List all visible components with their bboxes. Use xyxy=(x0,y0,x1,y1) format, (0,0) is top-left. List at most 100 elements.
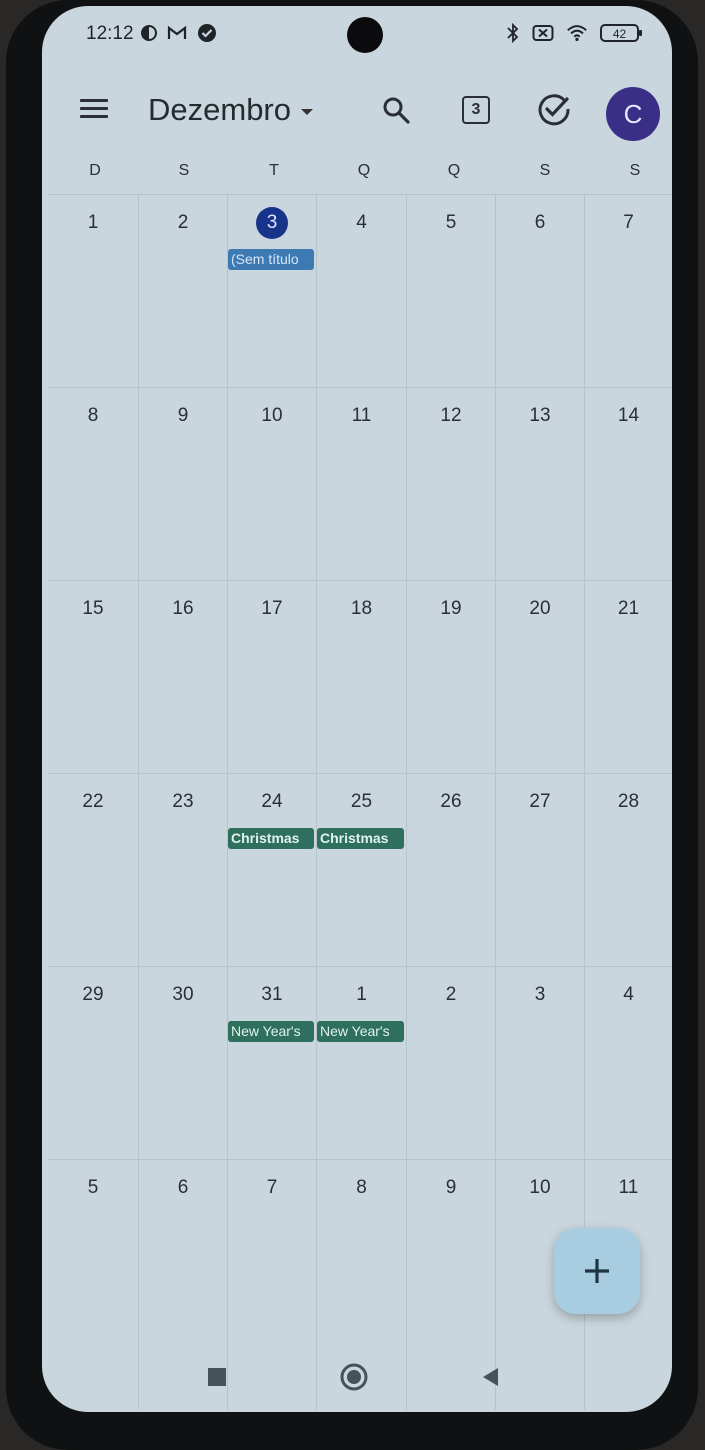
event-chip[interactable]: (Sem título xyxy=(228,249,314,270)
week-row: 29 30 31 New Year's 1 New Year's 2 3 4 xyxy=(48,966,672,1159)
create-event-button[interactable] xyxy=(554,1228,640,1314)
day-number: 11 xyxy=(351,405,372,426)
recents-square-icon xyxy=(208,1368,226,1386)
day-number: 3 xyxy=(534,984,546,1005)
event-chip[interactable]: Christmas xyxy=(317,828,404,849)
day-cell[interactable]: 11 xyxy=(316,388,406,580)
day-cell[interactable]: 9 xyxy=(138,388,227,580)
weekday-label: Q xyxy=(447,162,461,179)
day-cell[interactable]: 6 xyxy=(495,195,584,387)
day-cell[interactable]: 14 xyxy=(584,388,672,580)
day-cell[interactable]: 3 xyxy=(495,967,584,1159)
month-selector[interactable]: Dezembro xyxy=(148,92,313,128)
day-cell[interactable]: 12 xyxy=(406,388,495,580)
today-button[interactable]: 3 xyxy=(454,88,498,132)
day-cell[interactable]: 10 xyxy=(227,388,316,580)
day-number: 14 xyxy=(617,405,640,426)
weekday-label: S xyxy=(178,162,190,179)
day-number: 28 xyxy=(617,791,640,812)
day-cell[interactable]: 31 New Year's xyxy=(227,967,316,1159)
recents-button[interactable] xyxy=(202,1362,232,1392)
day-cell[interactable]: 23 xyxy=(138,774,227,966)
day-number: 5 xyxy=(445,212,457,233)
wifi-icon xyxy=(566,22,588,44)
day-number: 25 xyxy=(350,791,373,812)
day-number: 31 xyxy=(261,984,283,1005)
day-cell[interactable]: 21 xyxy=(584,581,672,773)
day-number: 11 xyxy=(618,1177,639,1198)
day-cell[interactable]: 2 xyxy=(406,967,495,1159)
data-saver-icon xyxy=(138,22,160,44)
search-icon[interactable] xyxy=(374,88,418,132)
day-cell-today[interactable]: 3 (Sem título xyxy=(227,195,316,387)
system-nav-bar xyxy=(42,1346,672,1406)
day-cell[interactable]: 19 xyxy=(406,581,495,773)
day-number: 2 xyxy=(445,984,457,1005)
event-chip[interactable]: New Year's xyxy=(228,1021,314,1042)
menu-icon[interactable] xyxy=(78,96,110,122)
day-cell[interactable]: 17 xyxy=(227,581,316,773)
week-row: 15 16 17 18 19 20 21 xyxy=(48,580,672,773)
no-sim-icon xyxy=(532,22,554,44)
day-cell[interactable]: 2 xyxy=(138,195,227,387)
day-cell[interactable]: 20 xyxy=(495,581,584,773)
today-icon: 3 xyxy=(462,96,490,124)
weekday-label: D xyxy=(89,162,101,179)
day-number: 6 xyxy=(534,212,546,233)
day-cell[interactable]: 25 Christmas xyxy=(316,774,406,966)
day-number: 27 xyxy=(529,791,551,812)
weekday-label: S xyxy=(539,162,551,179)
day-cell[interactable]: 4 xyxy=(316,195,406,387)
day-number: 9 xyxy=(177,405,189,426)
day-number: 9 xyxy=(445,1177,457,1198)
day-cell[interactable]: 8 xyxy=(48,388,138,580)
day-cell[interactable]: 29 xyxy=(48,967,138,1159)
day-number: 18 xyxy=(350,598,373,619)
event-chip[interactable]: New Year's xyxy=(317,1021,404,1042)
day-number: 13 xyxy=(529,405,551,426)
day-number: 2 xyxy=(177,212,189,233)
avatar-letter: C xyxy=(623,98,643,129)
day-number: 7 xyxy=(623,212,634,233)
weekday-label: Q xyxy=(357,162,371,179)
day-cell[interactable]: 24 Christmas xyxy=(227,774,316,966)
day-cell[interactable]: 4 xyxy=(584,967,672,1159)
day-cell[interactable]: 1 New Year's xyxy=(316,967,406,1159)
day-cell[interactable]: 7 xyxy=(584,195,672,387)
day-number: 23 xyxy=(172,791,194,812)
battery-level: 42 xyxy=(613,27,627,41)
week-row: 8 9 10 11 12 13 14 xyxy=(48,387,672,580)
day-cell[interactable]: 30 xyxy=(138,967,227,1159)
home-button[interactable] xyxy=(339,1362,369,1392)
gmail-icon xyxy=(166,22,188,44)
day-number: 1 xyxy=(356,984,367,1005)
bluetooth-icon xyxy=(502,22,524,44)
day-number: 16 xyxy=(172,598,194,619)
day-number: 1 xyxy=(87,212,99,233)
day-number: 8 xyxy=(87,405,99,426)
day-number: 12 xyxy=(440,405,462,426)
day-number: 26 xyxy=(440,791,462,812)
day-cell[interactable]: 15 xyxy=(48,581,138,773)
back-triangle-icon xyxy=(483,1368,498,1386)
day-cell[interactable]: 28 xyxy=(584,774,672,966)
account-avatar[interactable]: C xyxy=(606,87,660,141)
back-button[interactable] xyxy=(476,1362,506,1392)
caret-down-icon xyxy=(301,108,313,115)
today-number: 3 xyxy=(471,101,481,118)
tasks-check-icon[interactable] xyxy=(532,88,576,132)
day-cell[interactable]: 1 xyxy=(48,195,138,387)
day-cell[interactable]: 22 xyxy=(48,774,138,966)
day-number: 4 xyxy=(356,212,367,233)
day-cell[interactable]: 27 xyxy=(495,774,584,966)
day-cell[interactable]: 13 xyxy=(495,388,584,580)
day-number: 20 xyxy=(529,598,551,619)
day-cell[interactable]: 26 xyxy=(406,774,495,966)
event-chip[interactable]: Christmas xyxy=(228,828,314,849)
day-number: 21 xyxy=(617,598,640,619)
day-number: 10 xyxy=(261,405,283,426)
day-cell[interactable]: 5 xyxy=(406,195,495,387)
day-number: 7 xyxy=(266,1177,278,1198)
day-cell[interactable]: 16 xyxy=(138,581,227,773)
day-cell[interactable]: 18 xyxy=(316,581,406,773)
